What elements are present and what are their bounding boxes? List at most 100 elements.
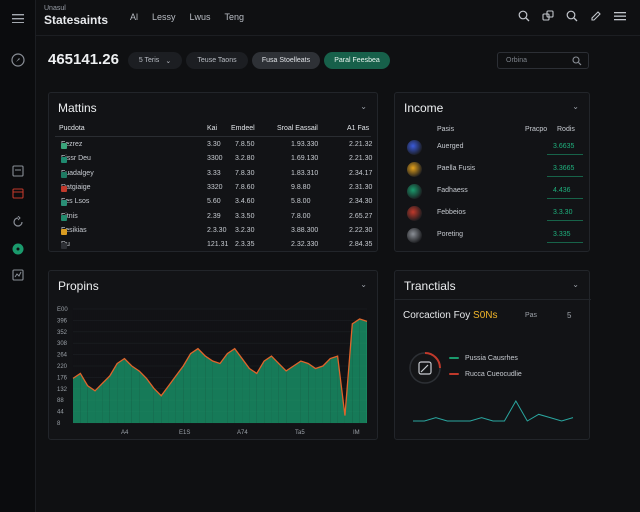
table-row[interactable]: Fissr Deu 3300 3.2.80 1.69.130 2.21.30 (55, 153, 373, 167)
income-value: 3.335 (553, 231, 571, 238)
nav-item[interactable]: Lwus (190, 12, 211, 22)
nav-item[interactable]: Al (130, 12, 138, 22)
search-icon[interactable] (518, 10, 530, 22)
row-value: 3320 (207, 183, 223, 191)
chevron-down-icon[interactable]: ⌄ (360, 280, 367, 289)
matrix-panel: Mattins ⌄ Pucdota Kai Emdeel Sroal Eassa… (48, 92, 378, 252)
menu-icon[interactable] (11, 11, 25, 25)
income-title: Income (404, 101, 444, 115)
income-underline (547, 154, 583, 155)
trend-ring-icon (409, 352, 441, 384)
document-icon[interactable] (11, 164, 25, 178)
category-swatch (61, 185, 67, 192)
income-item[interactable]: Poreting 3.335 (407, 227, 583, 245)
top-actions (518, 10, 626, 22)
income-name: Fadhaess (437, 187, 468, 194)
row-value: 2.39 (207, 212, 221, 220)
trend-sparkline (413, 399, 574, 422)
area-segment (352, 318, 360, 423)
active-dot-icon[interactable] (11, 242, 25, 256)
row-label: Fesikias (61, 227, 87, 235)
row-value: 3.2.80 (235, 155, 255, 163)
programs-title: Propins (58, 279, 99, 293)
table-row[interactable]: Fes Lsos 5.60 3.4.60 5.8.00 2.34.30 (55, 196, 373, 210)
y-tick-label: 88 (57, 398, 64, 404)
income-col-header: Pasis (437, 126, 455, 133)
trends-tag[interactable]: Pas (525, 312, 537, 319)
row-value: 1.93.330 (291, 141, 319, 148)
chevron-down-icon[interactable]: ⌄ (572, 280, 579, 289)
edit-icon[interactable] (590, 10, 602, 22)
row-value: 2.22.30 (349, 226, 373, 234)
table-row[interactable]: Fesikias 2.3.30 3.2.30 3.88.300 2.22.30 (55, 225, 373, 239)
income-item[interactable]: Paella Fusis 3.3665 (407, 161, 583, 179)
chevron-down-icon[interactable]: ⌄ (360, 102, 367, 111)
row-label: Fissr Deu (61, 155, 91, 164)
x-tick-label: A4 (121, 430, 129, 436)
y-tick-label: 8 (57, 421, 61, 427)
nav-item[interactable]: Teng (225, 12, 245, 22)
filter-pill-active[interactable]: Fusa Stoelleats (252, 52, 320, 69)
area-segment (308, 363, 316, 423)
income-avatar-icon (407, 206, 422, 221)
row-value: 2.3.30 (207, 226, 227, 234)
legend-label: Pussia Causrhes (464, 355, 518, 362)
chart-icon[interactable] (11, 268, 25, 282)
top-bar: Unasul Statesaints Al Lessy Lwus Teng (36, 0, 640, 36)
area-segment (124, 358, 132, 423)
trend-legend-item: Rucca Cueocudlie (449, 371, 522, 378)
table-row[interactable]: Du 121.31 2.3.35 2.32.330 2.84.35 (55, 239, 372, 253)
row-value: 2.32.330 (291, 241, 319, 249)
compass-icon[interactable] (11, 53, 25, 67)
trend-legend-item: Pussia Causrhes (449, 355, 518, 362)
row-value: 3.30 (207, 141, 221, 148)
brand-subtitle: Unasul (44, 5, 66, 12)
income-name: Febbeios (437, 209, 466, 216)
chevron-down-icon[interactable]: ⌄ (572, 102, 579, 111)
nav-item[interactable]: Lessy (152, 12, 176, 22)
income-value: 4.436 (553, 187, 571, 194)
income-name: Paella Fusis (437, 165, 476, 172)
table-row[interactable]: Ratgiaige 3320 7.8.60 9.8.80 2.31.30 (55, 182, 372, 196)
x-tick-label: E1S (179, 430, 190, 436)
trends-tag-value: 5 (567, 311, 572, 320)
trends-subtitle-prefix: Corcaction Foy (403, 310, 471, 321)
income-panel: Income ⌄ Pasis Pracpo Rodis Auerged 3.663… (394, 92, 590, 252)
category-swatch (61, 157, 67, 164)
x-tick-label: Ta5 (295, 430, 305, 436)
row-value: 3300 (207, 155, 223, 163)
row-value: 7.8.30 (235, 169, 255, 177)
income-avatar-icon (407, 162, 422, 177)
menu-icon[interactable] (614, 10, 626, 22)
row-value: 5.8.00 (291, 198, 311, 206)
row-value: 3.3.50 (235, 212, 255, 220)
col-header: Emdeel (231, 125, 255, 132)
calendar-icon[interactable] (11, 186, 25, 200)
programs-area-chart: 8 44 88 132 176 220 264 308 352 396 E00 A4 E1S A74 Ta5… (57, 307, 368, 436)
table-row[interactable]: Fezrez 3.30 7.8.50 1.93.330 2.21.32 (55, 139, 372, 153)
search-input[interactable]: Orbina (497, 52, 589, 69)
refresh-icon[interactable] (11, 215, 25, 229)
filter-pill[interactable]: Teuse Taons (186, 52, 248, 69)
income-underline (547, 220, 583, 221)
table-row[interactable]: Fitnis 2.39 3.3.50 7.8.00 2.65.27 (55, 211, 373, 225)
category-swatch (61, 171, 67, 178)
category-swatch (61, 243, 67, 250)
row-value: 2.21.30 (349, 155, 373, 163)
divider (395, 299, 591, 300)
row-value: 2.65.27 (349, 212, 373, 220)
link-icon[interactable] (542, 10, 554, 22)
period-dropdown[interactable]: 5 Teris ⌄ (128, 52, 182, 69)
table-row[interactable]: Fuadalgey 3.33 7.8.30 1.83.310 2.34.17 (55, 168, 372, 182)
income-name: Auerged (437, 143, 464, 150)
x-tick-label: IM (353, 430, 360, 436)
brand-title: Statesaints (44, 13, 109, 27)
income-item[interactable]: Auerged 3.6635 (407, 139, 583, 157)
row-value: 2.34.30 (349, 198, 373, 206)
income-item[interactable]: Fadhaess 4.436 (407, 183, 583, 201)
income-name: Poreting (437, 231, 464, 238)
search-icon[interactable] (566, 10, 578, 22)
row-value: 121.31 (207, 241, 229, 249)
income-item[interactable]: Febbeios 3.3.30 (407, 205, 583, 223)
primary-pill[interactable]: Paral Feesbea (324, 52, 390, 69)
